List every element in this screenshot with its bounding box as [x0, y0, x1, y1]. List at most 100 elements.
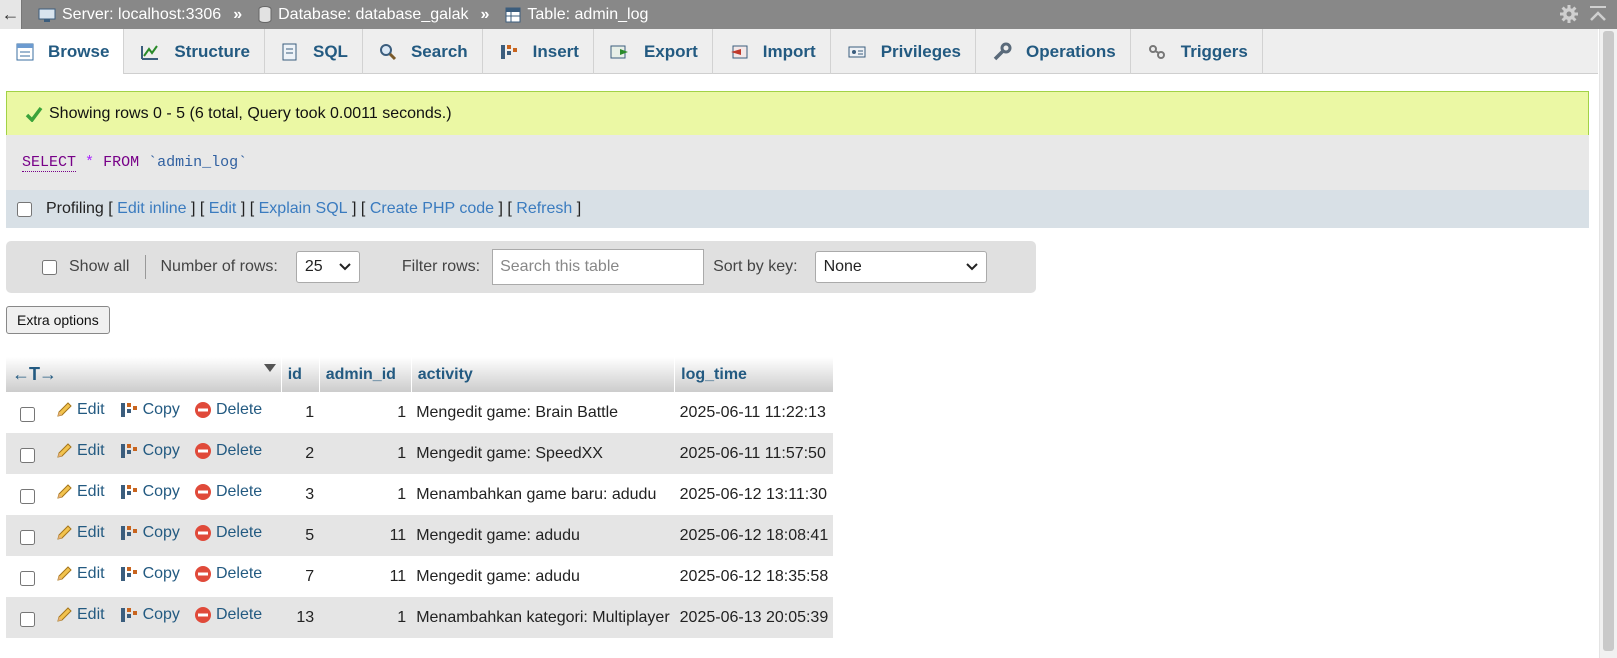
cell-activity[interactable]: Mengedit game: Brain Battle — [411, 392, 675, 433]
settings-gear-icon[interactable] — [1559, 4, 1579, 24]
row-checkbox[interactable] — [20, 530, 35, 546]
cell-activity[interactable]: Mengedit game: SpeedXX — [411, 433, 675, 474]
column-header-admin-id[interactable]: admin_id — [319, 357, 412, 392]
cell-id[interactable]: 1 — [281, 392, 320, 433]
breadcrumb-table[interactable]: Table: admin_log — [505, 6, 648, 24]
tab-browse[interactable]: Browse — [0, 29, 125, 74]
breadcrumb-server[interactable]: Server: localhost:3306 — [38, 6, 221, 24]
row-actions: Edit Copy Delete — [6, 392, 282, 433]
row-copy-link[interactable]: Copy — [119, 483, 180, 501]
cell-activity[interactable]: Menambahkan kategori: Multiplayer — [411, 597, 675, 638]
cell-admin-id[interactable]: 1 — [319, 392, 412, 433]
row-delete-link[interactable]: Delete — [194, 606, 262, 624]
tab-search[interactable]: Search — [363, 29, 483, 74]
row-delete-label: Delete — [215, 524, 263, 541]
scrollbar-thumb[interactable] — [1603, 31, 1614, 651]
tab-insert[interactable]: Insert — [483, 29, 594, 74]
explain-sql-link[interactable]: Explain SQL — [259, 200, 348, 218]
table-row: Edit Copy Delete 3 1 Menambahkan game baru: a… — [6, 474, 834, 515]
row-delete-label: Delete — [215, 401, 263, 418]
cell-log-time[interactable]: 2025-06-12 13:11:30 — [674, 474, 834, 515]
breadcrumb-separator: » — [233, 5, 243, 23]
cell-admin-id[interactable]: 1 — [319, 433, 412, 474]
breadcrumb-database[interactable]: Database: database_galak — [258, 6, 468, 24]
cell-admin-id[interactable]: 1 — [319, 597, 412, 638]
row-checkbox[interactable] — [20, 612, 35, 628]
tab-operations-label: Operations — [1026, 41, 1116, 61]
row-edit-link[interactable]: Edit — [55, 442, 105, 460]
cell-id[interactable]: 2 — [281, 433, 320, 474]
sort-triangle-icon[interactable] — [263, 363, 277, 373]
cell-admin-id[interactable]: 11 — [319, 515, 412, 556]
tab-sql[interactable]: SQL — [265, 29, 363, 74]
delete-icon — [194, 607, 211, 623]
profiling-checkbox[interactable] — [17, 201, 32, 217]
row-copy-link[interactable]: Copy — [119, 565, 180, 583]
collapse-icon[interactable] — [1589, 4, 1607, 24]
cell-log-time[interactable]: 2025-06-12 18:08:41 — [674, 515, 834, 556]
row-delete-link[interactable]: Delete — [194, 565, 262, 583]
row-edit-link[interactable]: Edit — [55, 483, 105, 501]
cell-id[interactable]: 13 — [281, 597, 320, 638]
row-edit-link[interactable]: Edit — [55, 606, 105, 624]
tab-privileges-label: Privileges — [880, 41, 962, 61]
show-all-checkbox[interactable] — [42, 259, 57, 275]
cell-log-time[interactable]: 2025-06-11 11:57:50 — [674, 433, 834, 474]
tab-operations[interactable]: Operations — [976, 29, 1131, 74]
row-delete-link[interactable]: Delete — [194, 483, 262, 501]
rows-select[interactable]: 25 — [295, 251, 360, 283]
database-icon — [258, 6, 272, 23]
row-delete-link[interactable]: Delete — [194, 442, 262, 460]
cell-id[interactable]: 5 — [281, 515, 320, 556]
cell-id[interactable]: 3 — [281, 474, 320, 515]
sql-keyword-from: FROM — [103, 154, 140, 171]
cell-log-time[interactable]: 2025-06-11 11:22:13 — [674, 392, 834, 433]
row-checkbox[interactable] — [20, 571, 35, 587]
cell-admin-id[interactable]: 11 — [319, 556, 412, 597]
tab-import[interactable]: Import — [713, 29, 831, 74]
copy-icon — [120, 444, 137, 458]
row-copy-link[interactable]: Copy — [119, 401, 180, 419]
row-delete-link[interactable]: Delete — [194, 524, 262, 542]
cell-log-time[interactable]: 2025-06-12 18:35:58 — [674, 556, 834, 597]
column-header-id[interactable]: id — [281, 357, 320, 392]
row-delete-link[interactable]: Delete — [194, 401, 262, 419]
edit-query-link[interactable]: Edit — [209, 200, 237, 218]
bracket: ] [ — [240, 200, 255, 217]
tab-search-label: Search — [410, 41, 468, 61]
vertical-scrollbar[interactable] — [1599, 29, 1617, 658]
extra-options-button[interactable]: Extra options — [6, 306, 110, 334]
cell-admin-id[interactable]: 1 — [319, 474, 412, 515]
cell-activity[interactable]: Menambahkan game baru: adudu — [411, 474, 675, 515]
tab-export[interactable]: Export — [594, 29, 713, 74]
column-resize-arrows[interactable]: ←T→ — [12, 364, 57, 384]
row-edit-link[interactable]: Edit — [55, 524, 105, 542]
sql-keyword-select[interactable]: SELECT — [22, 154, 77, 172]
row-checkbox[interactable] — [20, 407, 35, 423]
cell-id[interactable]: 7 — [281, 556, 320, 597]
column-header-log-time[interactable]: log_time — [674, 357, 834, 392]
tab-structure[interactable]: Structure — [124, 29, 265, 74]
edit-inline-link[interactable]: Edit inline — [117, 200, 186, 218]
row-edit-link[interactable]: Edit — [55, 401, 105, 419]
tab-triggers[interactable]: Triggers — [1131, 29, 1263, 74]
cell-log-time[interactable]: 2025-06-13 20:05:39 — [674, 597, 834, 638]
export-icon — [610, 45, 628, 58]
row-copy-link[interactable]: Copy — [119, 524, 180, 542]
row-copy-link[interactable]: Copy — [119, 606, 180, 624]
row-copy-link[interactable]: Copy — [119, 442, 180, 460]
back-button[interactable]: ← — [0, 0, 22, 29]
sort-by-key-select[interactable]: None — [814, 251, 987, 283]
row-actions: Edit Copy Delete — [6, 597, 282, 638]
filter-rows-input[interactable] — [492, 249, 705, 285]
column-header-activity[interactable]: activity — [411, 357, 676, 392]
refresh-link[interactable]: Refresh — [516, 200, 572, 218]
wrench-icon — [993, 42, 1012, 60]
row-edit-link[interactable]: Edit — [55, 565, 105, 583]
create-php-code-link[interactable]: Create PHP code — [370, 200, 494, 218]
row-checkbox[interactable] — [20, 489, 35, 505]
tab-privileges[interactable]: Privileges — [831, 29, 977, 74]
cell-activity[interactable]: Mengedit game: adudu — [411, 515, 675, 556]
cell-activity[interactable]: Mengedit game: adudu — [411, 556, 675, 597]
row-checkbox[interactable] — [20, 448, 35, 464]
